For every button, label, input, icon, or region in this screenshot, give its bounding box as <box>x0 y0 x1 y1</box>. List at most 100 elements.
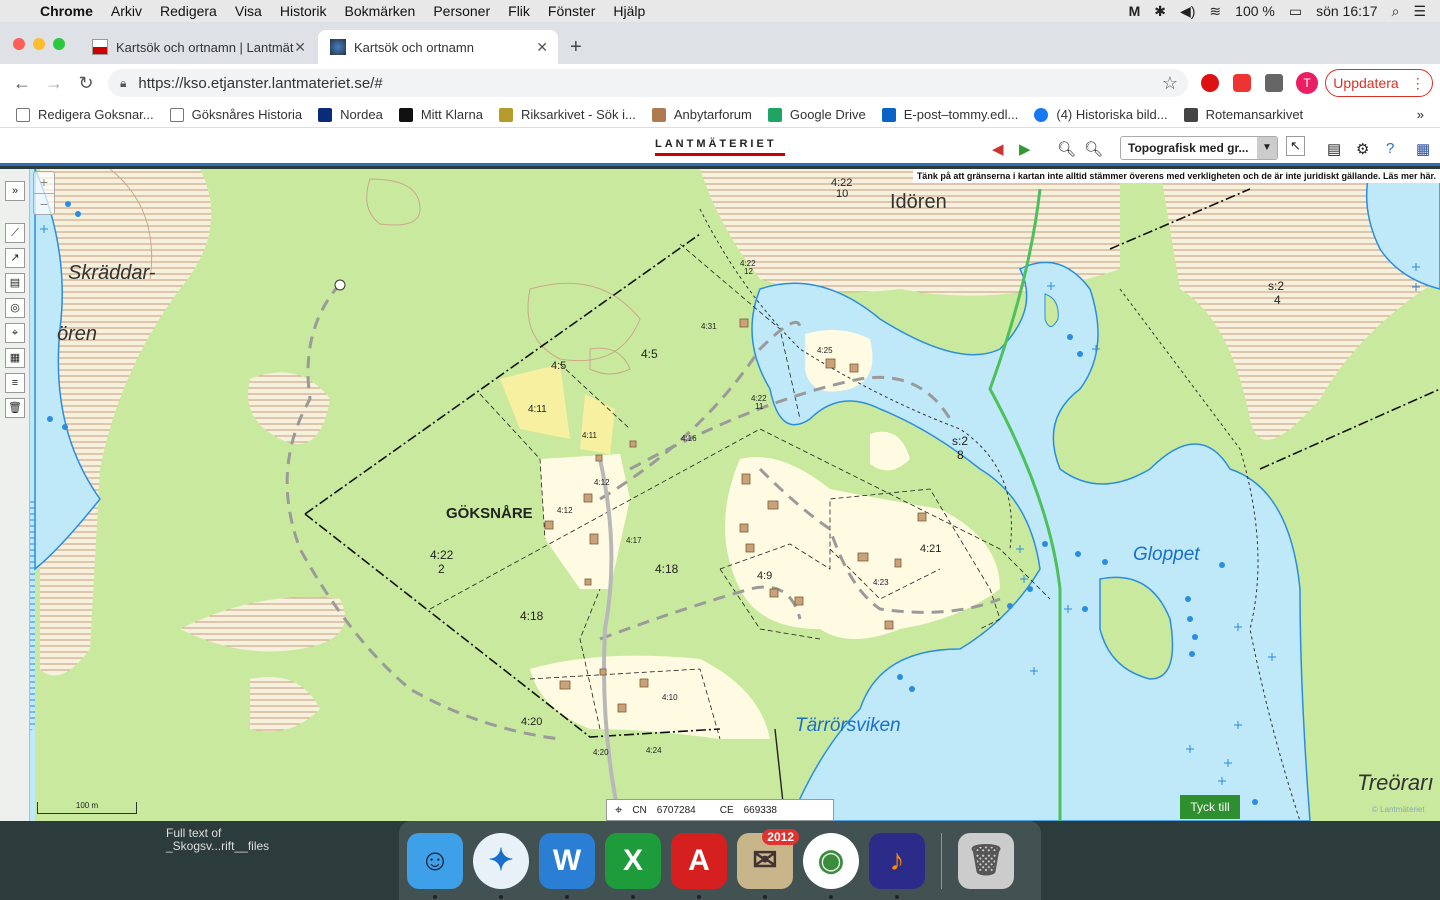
trash-icon[interactable]: 🗑︎ <box>958 832 1014 889</box>
bookmark-nordea[interactable]: Nordea <box>318 107 383 122</box>
zoom-out-icon[interactable]: 🔍︎ <box>1057 140 1076 158</box>
expand-panel-button[interactable]: » <box>5 181 25 201</box>
adblock-extension-icon[interactable] <box>1233 74 1251 92</box>
menu-hjalp[interactable]: Hjälp <box>613 3 645 19</box>
wifi-icon[interactable]: ≋ <box>1209 3 1221 20</box>
zoom-in-icon[interactable]: 🔍︎ <box>1084 140 1103 158</box>
route-tool-icon[interactable]: ↗ <box>5 248 25 268</box>
measure-tool-icon[interactable]: ⟋ <box>5 223 25 243</box>
zoom-in-button[interactable]: + <box>34 172 54 193</box>
reload-icon[interactable]: ↻ <box>70 73 102 94</box>
extensions-puzzle-icon[interactable] <box>1265 74 1283 92</box>
close-tab-icon[interactable]: ✕ <box>536 39 548 56</box>
menu-visa[interactable]: Visa <box>235 3 262 19</box>
parcel-label: 10 <box>836 188 849 200</box>
bookmark-epost[interactable]: E-post–tommy.edl... <box>881 107 1018 122</box>
finder-icon[interactable]: ☺ <box>407 832 463 899</box>
menu-bokmarken[interactable]: Bokmärken <box>345 3 416 19</box>
map-canvas[interactable]: Tänk på att gränserna i kartan inte allt… <box>0 169 1440 821</box>
profile-avatar[interactable]: T <box>1296 72 1318 94</box>
menu-historik[interactable]: Historik <box>280 3 327 19</box>
tab-kartsok-1[interactable]: Kartsök och ortnamn | Lantmät ✕ <box>80 30 316 64</box>
acrobat-icon[interactable]: A <box>671 832 727 899</box>
excel-icon[interactable]: X <box>605 832 661 899</box>
close-tab-icon[interactable]: ✕ <box>294 39 306 56</box>
tab-title: Kartsök och ortnamn <box>354 39 474 55</box>
bookmark-historiska-bilder[interactable]: (4) Historiska bild... <box>1034 107 1168 122</box>
malwarebytes-icon[interactable]: M <box>1129 3 1141 19</box>
menu-flik[interactable]: Flik <box>508 3 530 19</box>
forward-icon[interactable]: → <box>38 73 70 94</box>
bookmark-anbytarforum[interactable]: Anbytarforum <box>651 107 752 122</box>
minimize-window-button[interactable] <box>33 38 45 50</box>
spotlight-search-icon[interactable]: ⌕ <box>1392 3 1400 20</box>
print-pdf-icon[interactable]: ▤ <box>1327 140 1341 158</box>
menu-arkiv[interactable]: Arkiv <box>111 3 142 19</box>
settings-gear-icon[interactable]: ⚙ <box>1356 140 1369 158</box>
opera-extension-icon[interactable] <box>1201 74 1219 92</box>
bookmark-google-drive[interactable]: Google Drive <box>767 107 866 122</box>
crosshair-icon[interactable]: ⌖ <box>615 802 622 818</box>
desktop-file-label[interactable]: Full text of _Skogsv...rift__files <box>166 827 269 853</box>
notification-center-icon[interactable]: ☰ <box>1413 3 1426 20</box>
bookmark-mitt-klarna[interactable]: Mitt Klarna <box>398 107 483 122</box>
bookmark-star-icon[interactable]: ☆ <box>1162 73 1178 94</box>
bookmark-riksarkivet[interactable]: Riksarkivet - Sök i... <box>498 107 636 122</box>
menu-app-name[interactable]: Chrome <box>40 3 93 19</box>
bookmark-goksnares-historia[interactable]: Göksnåres Historia <box>169 107 302 122</box>
parcel-label: 4:11 <box>528 404 547 415</box>
layers-icon[interactable]: ▦ <box>5 348 25 368</box>
trash-icon[interactable]: 🗑︎ <box>5 398 25 418</box>
lock-icon[interactable]: 🔒︎ <box>120 76 126 91</box>
menu-personer[interactable]: Personer <box>433 3 490 19</box>
bookmark-rotemansarkivet[interactable]: Rotemansarkivet <box>1183 107 1303 122</box>
menu-redigera[interactable]: Redigera <box>160 3 217 19</box>
update-button[interactable]: Uppdatera ⋮ <box>1325 69 1433 97</box>
history-forward-icon[interactable]: ▶ <box>1019 140 1031 158</box>
back-icon[interactable]: ← <box>6 73 38 94</box>
close-window-button[interactable] <box>13 38 25 50</box>
info-panel-icon[interactable]: ≡ <box>5 373 25 393</box>
battery-icon[interactable]: ▭ <box>1289 3 1302 20</box>
url-text[interactable]: https://kso.etjanster.lantmateriet.se/# <box>138 75 382 92</box>
bookmarks-overflow-icon[interactable]: » <box>1417 107 1424 122</box>
parcel-label: 4:11 <box>582 431 597 440</box>
new-tab-button[interactable]: + <box>570 36 582 59</box>
volume-icon[interactable]: ◀) <box>1180 3 1195 20</box>
parcel-label: 4:24 <box>646 746 662 755</box>
disclaimer-banner[interactable]: Tänk på att gränserna i kartan inte allt… <box>912 169 1440 183</box>
pointer-tool-icon[interactable]: ↖ <box>1286 136 1305 156</box>
lantmateriet-header: LANTMÄTERIET ◀ ▶ 🔍︎ 🔍︎ Topografisk med g… <box>0 128 1440 166</box>
feedback-button[interactable]: Tyck till <box>1180 795 1240 819</box>
copyright-text: © Lantmäteriet <box>1372 805 1425 814</box>
parcel-label: 4:31 <box>701 322 717 331</box>
tab-kartsok-2[interactable]: Kartsök och ortnamn ✕ <box>318 30 558 64</box>
g-icon <box>16 107 30 122</box>
scale-bar: 100 m <box>37 802 137 814</box>
language-flag-icon[interactable]: ▦ <box>1416 140 1430 158</box>
bluetooth-icon[interactable]: ✱ <box>1154 3 1166 20</box>
parcel-label: 4:22 <box>430 548 454 562</box>
safari-icon[interactable]: ✦ <box>473 832 529 899</box>
outlook-icon <box>881 107 896 122</box>
pdf-export-icon[interactable]: ▤ <box>5 273 25 293</box>
update-label: Uppdatera <box>1333 75 1399 91</box>
coordinate-tool-icon[interactable]: ⌖ <box>5 323 25 343</box>
history-back-icon[interactable]: ◀ <box>992 140 1004 158</box>
binoculars-icon[interactable]: ◎ <box>5 298 25 318</box>
audacity-icon[interactable]: ♪ <box>869 832 925 899</box>
map-type-select[interactable]: Topografisk med gr... ▼ <box>1120 136 1278 160</box>
parcel-label: 4 <box>1274 293 1281 307</box>
menu-fonster[interactable]: Fönster <box>548 3 595 19</box>
zoom-out-button[interactable]: − <box>34 193 54 214</box>
parcel-label: 4:12 <box>594 478 610 487</box>
mail-icon[interactable]: ✉ 2012 <box>737 828 799 899</box>
menubar-clock[interactable]: sön 16:17 <box>1316 3 1378 19</box>
klarna-icon <box>398 107 413 122</box>
bookmark-redigera-goksnar[interactable]: Redigera Goksnar... <box>16 107 154 122</box>
zoom-window-button[interactable] <box>53 38 65 50</box>
word-icon[interactable]: W <box>539 832 595 899</box>
chrome-icon[interactable]: ◉ <box>803 832 859 899</box>
address-bar[interactable]: 🔒︎ https://kso.etjanster.lantmateriet.se… <box>108 69 1188 97</box>
help-icon[interactable]: ? <box>1386 140 1394 157</box>
